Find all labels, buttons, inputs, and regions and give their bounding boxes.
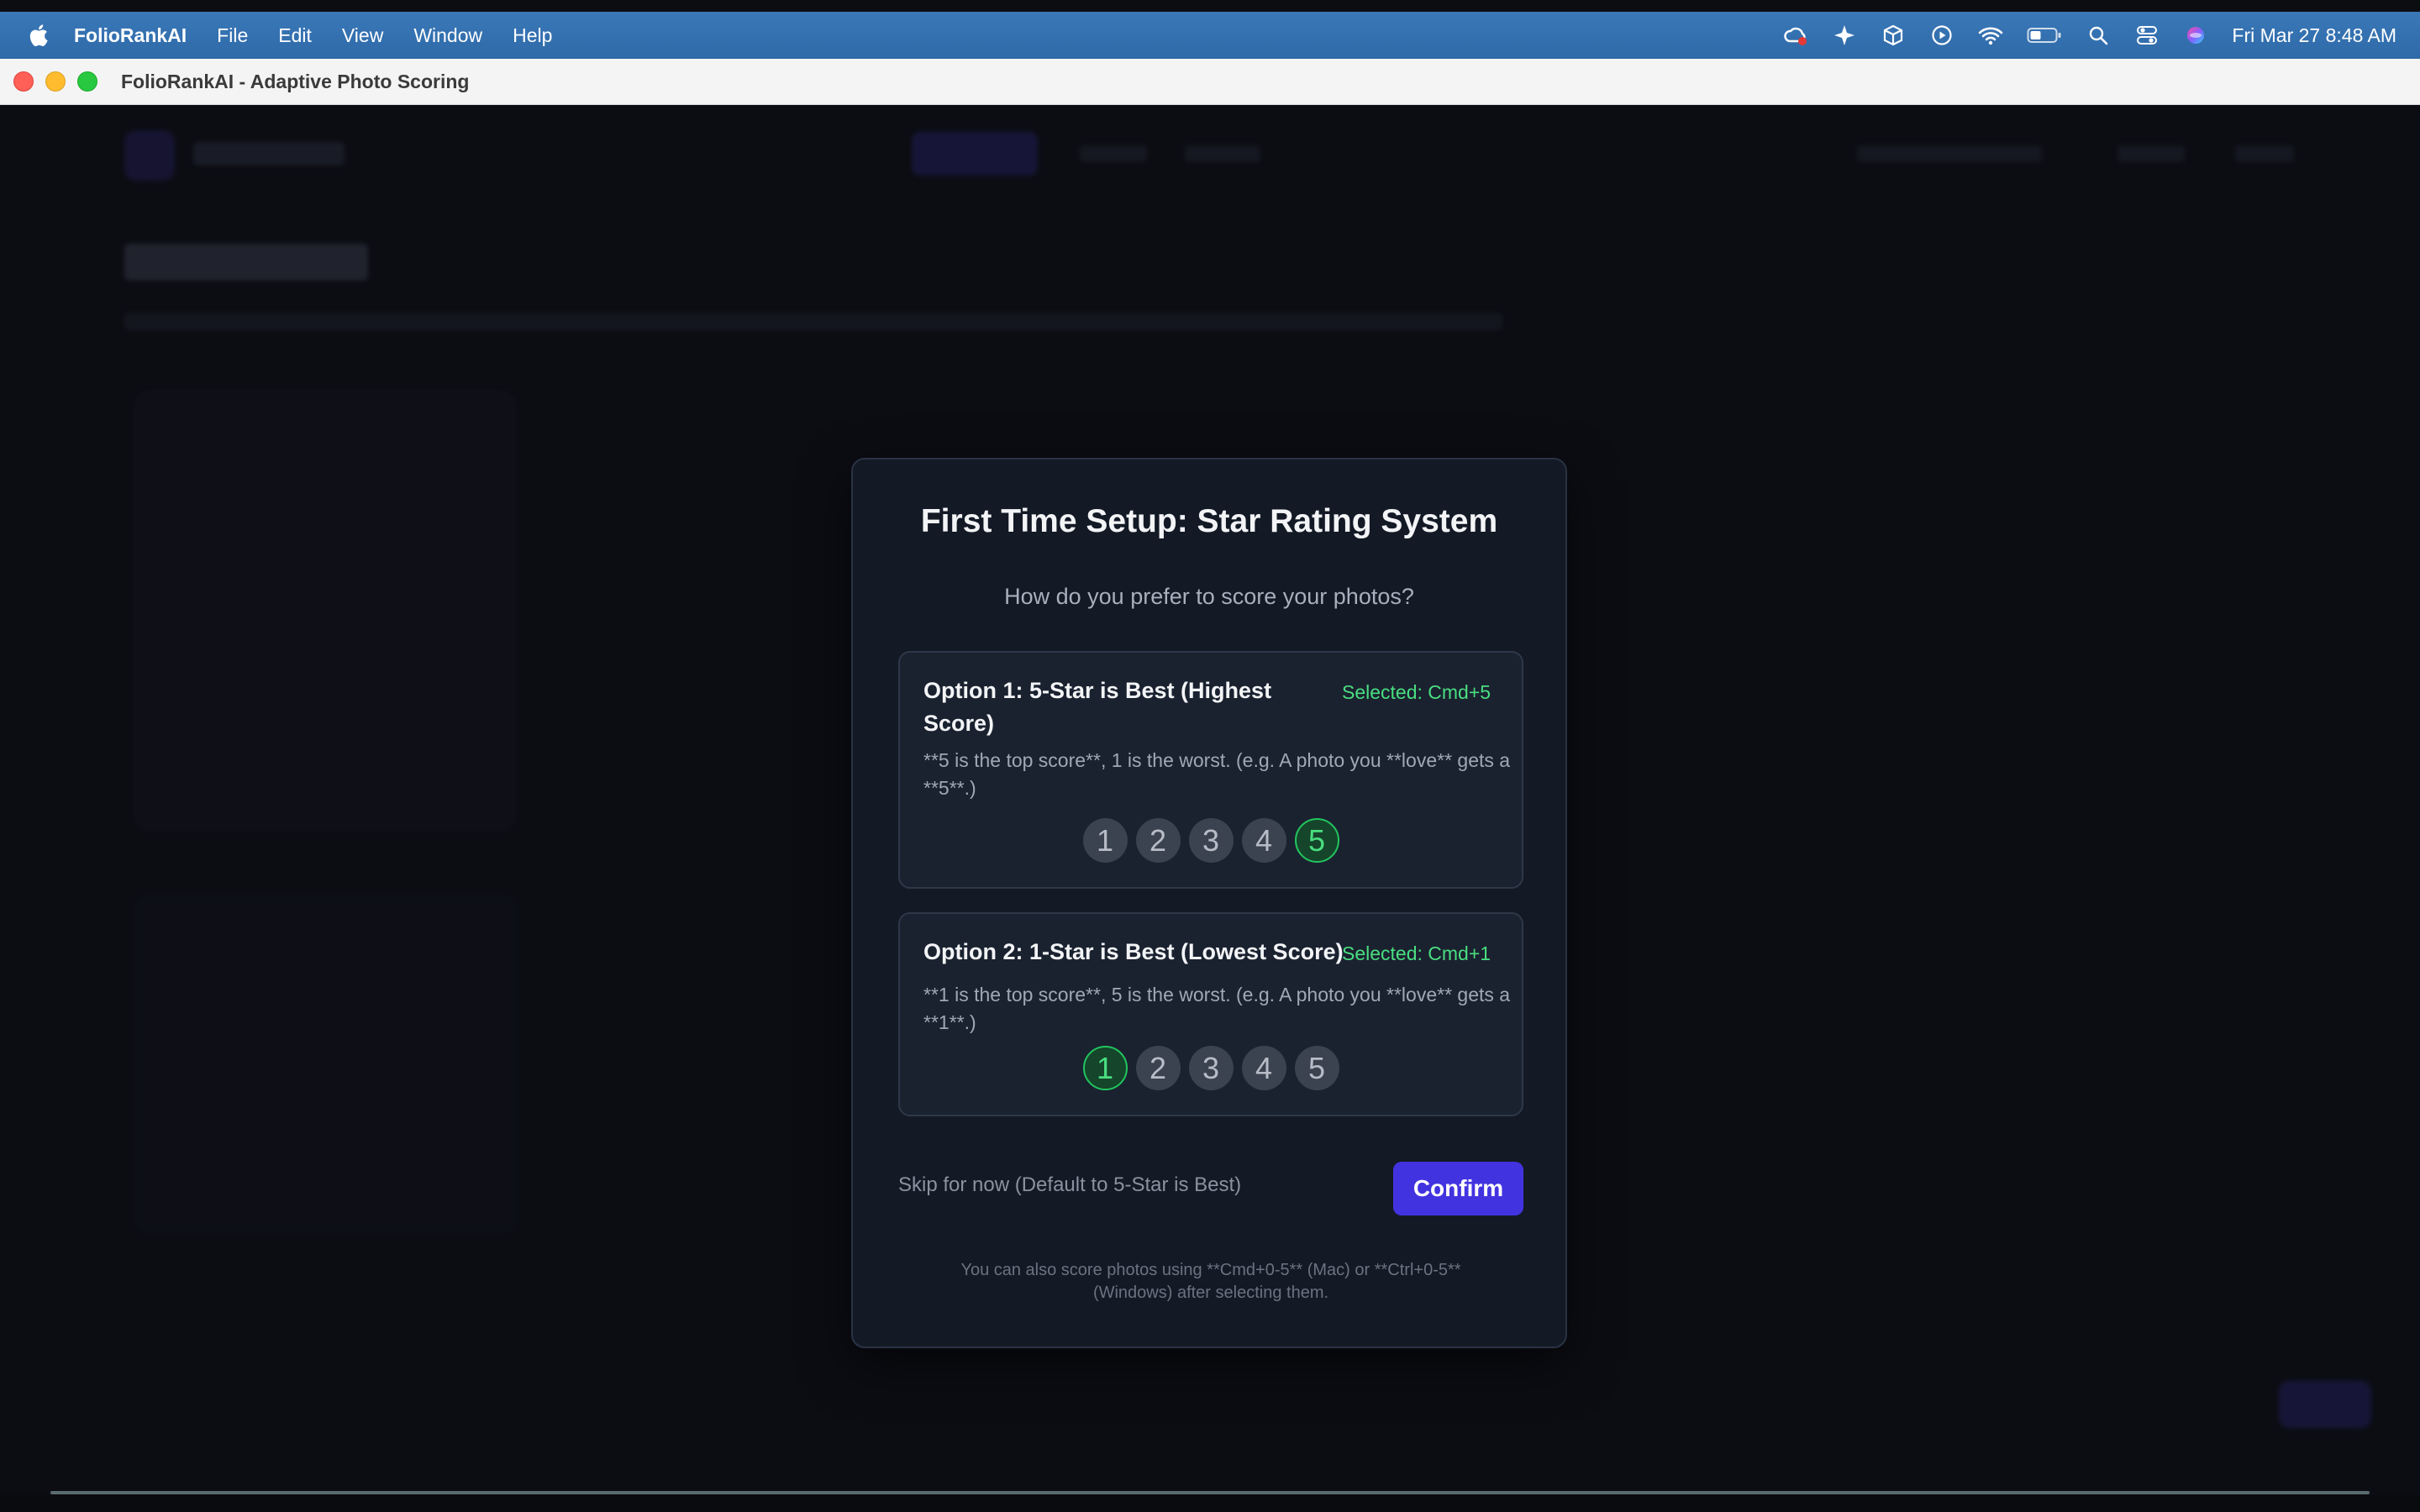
dialog-title: First Time Setup: Star Rating System (920, 503, 1498, 539)
skip-link[interactable]: Skip for now (Default to 5-Star is Best) (898, 1173, 1241, 1197)
option-shortcut-label: Selected: Cmd+5 (1342, 681, 1491, 703)
option-5-star-best[interactable]: Option 1: 5-Star is Best (Highest Score)… (898, 651, 1523, 889)
menu-help[interactable]: Help (513, 24, 552, 47)
star-3: 3 (1188, 818, 1234, 863)
star-4: 4 (1241, 818, 1286, 863)
star-2: 2 (1135, 1046, 1181, 1090)
window-titlebar: FolioRankAI - Adaptive Photo Scoring (0, 59, 2420, 105)
background-nav-item (1185, 145, 1260, 162)
search-icon[interactable] (2086, 23, 2111, 48)
star-scale: 1 2 3 4 5 (900, 818, 1522, 863)
window-minimize-button[interactable] (45, 71, 66, 92)
menu-clock[interactable]: Fri Mar 27 8:48 AM (2232, 24, 2396, 47)
window-title: FolioRankAI - Adaptive Photo Scoring (121, 70, 470, 92)
sparkle-icon[interactable] (1832, 23, 1857, 48)
star-1-best: 1 (1082, 1046, 1128, 1090)
menu-view[interactable]: View (342, 24, 383, 47)
menu-edit[interactable]: Edit (278, 24, 312, 47)
option-title: Option 1: 5-Star is Best (Highest Score) (923, 678, 1272, 736)
star-4: 4 (1241, 1046, 1286, 1090)
option-shortcut-label: Selected: Cmd+1 (1342, 942, 1491, 964)
screen-top-edge (0, 0, 2420, 12)
background-card (134, 391, 516, 831)
background-logo (124, 130, 175, 181)
option-1-star-best[interactable]: Option 2: 1-Star is Best (Lowest Score) … (898, 912, 1523, 1116)
star-5: 5 (1294, 1046, 1339, 1090)
background-header-item (1857, 145, 2042, 162)
dialog-subtitle: How do you prefer to score your photos? (1004, 584, 1414, 609)
star-scale: 1 2 3 4 5 (900, 1046, 1522, 1090)
star-2: 2 (1135, 818, 1181, 863)
option-title: Option 2: 1-Star is Best (Lowest Score) (923, 939, 1344, 964)
menu-window[interactable]: Window (413, 24, 482, 47)
shortcut-footnote: You can also score photos using **Cmd+0-… (960, 1261, 1461, 1302)
star-rating-setup-dialog: First Time Setup: Star Rating System How… (851, 458, 1567, 1348)
star-1: 1 (1082, 818, 1128, 863)
creative-cloud-icon[interactable] (1783, 23, 1808, 48)
option-description: **1 is the top score**, 5 is the worst. … (923, 984, 1511, 1033)
status-area: Fri Mar 27 8:48 AM (1760, 12, 2396, 59)
play-circle-icon[interactable] (1929, 23, 1954, 48)
background-header-item (2235, 145, 2294, 162)
box-icon[interactable] (1881, 23, 1906, 48)
background-nav-active (912, 132, 1038, 176)
background-nav-item (1080, 145, 1147, 162)
screen-bottom-edge (0, 1495, 2420, 1512)
battery-icon[interactable] (2027, 23, 2062, 48)
background-subheading (124, 313, 1502, 330)
menu-app-name[interactable]: FolioRankAI (74, 24, 187, 47)
background-heading (124, 244, 368, 281)
window-close-button[interactable] (13, 71, 34, 92)
menu-file[interactable]: File (217, 24, 248, 47)
menu-bar: FolioRankAI File Edit View Window Help F… (0, 12, 2420, 59)
star-5-best: 5 (1294, 818, 1339, 863)
siri-icon[interactable] (2183, 23, 2208, 48)
app-content: First Time Setup: Star Rating System How… (0, 105, 2420, 1495)
control-center-icon[interactable] (2134, 23, 2160, 48)
wifi-icon[interactable] (1978, 23, 2003, 48)
confirm-button[interactable]: Confirm (1393, 1162, 1523, 1215)
background-button (2279, 1381, 2371, 1428)
background-brand (193, 142, 345, 165)
apple-menu-icon[interactable] (27, 23, 49, 48)
option-description: **5 is the top score**, 1 is the worst. … (923, 749, 1511, 799)
window-zoom-button[interactable] (77, 71, 97, 92)
star-3: 3 (1188, 1046, 1234, 1090)
background-header-item (2118, 145, 2185, 162)
background-card (134, 895, 516, 1234)
dock-edge (50, 1491, 2370, 1494)
